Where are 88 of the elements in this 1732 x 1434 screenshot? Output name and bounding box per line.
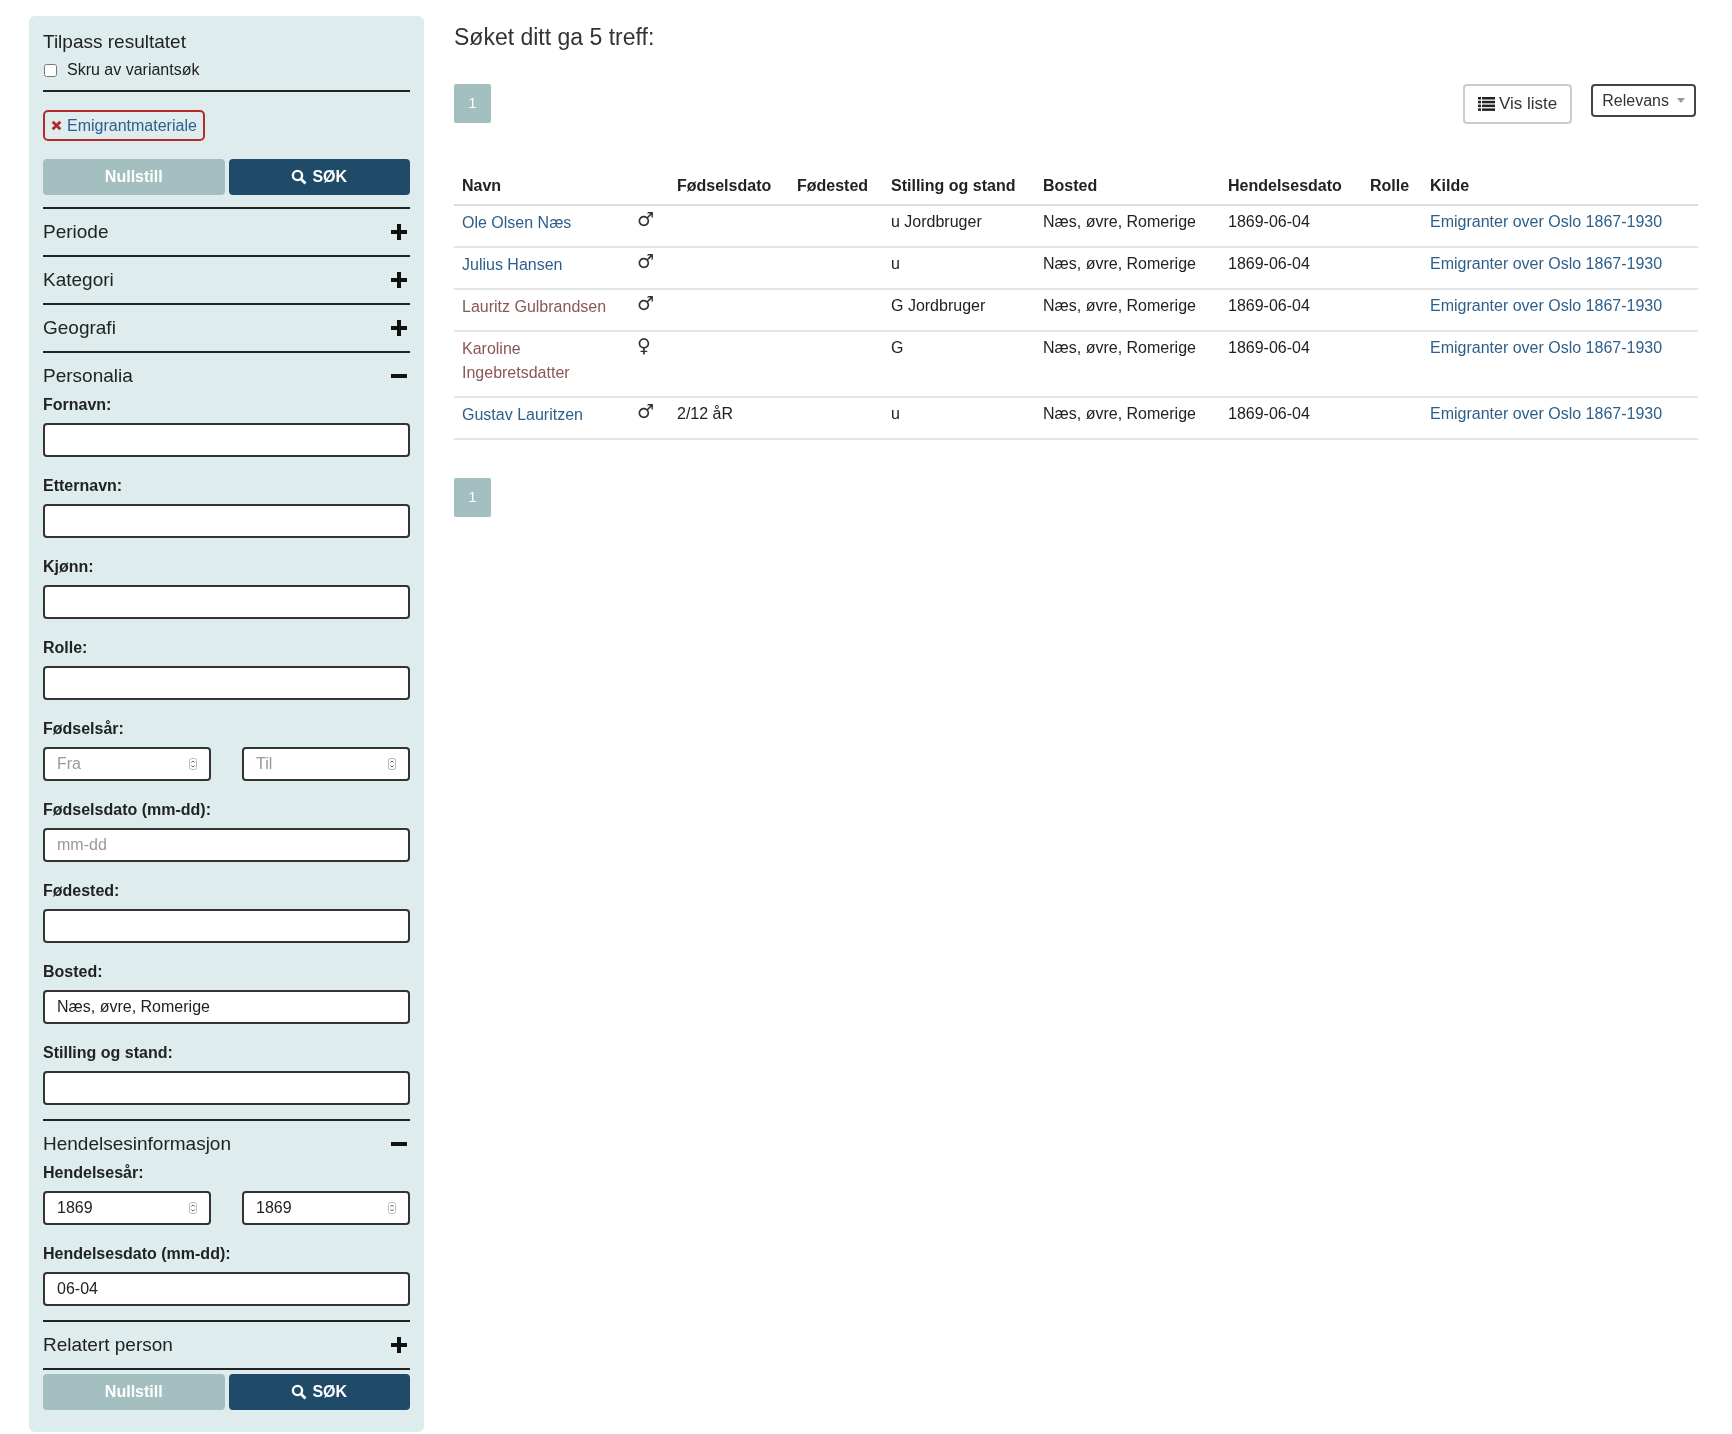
section-header[interactable]: Periode [43,209,410,255]
field-label: Fødselsdato (mm-dd): [43,800,212,820]
table-cell: 2/12 åR [677,405,734,422]
input-field[interactable]: Næs, øvre, Romerige [43,990,410,1024]
gender-symbol: ♂ [637,400,655,422]
field-label: Bosted: [43,962,104,982]
table-cell: Næs, øvre, Romerige [1043,297,1196,314]
input-field[interactable] [43,504,410,538]
table-cell: 1869-06-04 [1228,405,1310,422]
number-field[interactable]: 1869 [242,1191,410,1225]
view-list-button[interactable]: Vis liste [1463,84,1573,124]
field-label: Rolle: [43,638,89,658]
checkbox-label: Skru av variantsøk [67,60,200,80]
section-header[interactable]: Geografi [43,305,410,351]
spinner-icon[interactable] [189,1202,197,1214]
column-header: Fødested [789,174,883,205]
spinner-icon[interactable] [189,758,197,770]
person-link[interactable]: Ole Olsen Næs [462,211,572,235]
search-icon [291,1384,308,1400]
section-header[interactable]: Relatert person [43,1322,410,1368]
table-cell: Næs, øvre, Romerige [1043,405,1196,422]
table-cell: Næs, øvre, Romerige [1043,339,1196,356]
table-cell: G [891,339,904,356]
input-field[interactable]: mm-dd [43,828,410,862]
input-field[interactable] [43,909,410,943]
table-cell: 1869-06-04 [1228,213,1310,230]
spinner-icon[interactable] [388,758,396,770]
results-heading: Søket ditt ga 5 treff: [454,23,656,52]
source-link[interactable]: Emigranter over Oslo 1867-1930 [1430,297,1663,314]
plus-icon [391,272,407,288]
search-icon [291,169,308,185]
plus-icon [391,1337,407,1353]
column-header: Bosted [1035,174,1220,205]
table-cell: G Jordbruger [891,297,986,314]
column-header: Rolle [1362,174,1422,205]
table-cell: u Jordbruger [891,213,982,230]
source-link[interactable]: Emigranter over Oslo 1867-1930 [1430,213,1663,230]
column-header: Fødselsdato [669,174,789,205]
table-cell: 1869-06-04 [1228,339,1310,356]
column-header: Navn [454,174,637,205]
number-field[interactable]: Fra [43,747,211,781]
person-link[interactable]: Julius Hansen [462,253,563,277]
field-label: Fødested: [43,881,121,901]
list-icon [1478,97,1496,111]
number-field[interactable]: Til [242,747,410,781]
spinner-icon[interactable] [388,1202,396,1214]
variant-checkbox[interactable] [44,63,57,77]
column-header: Hendelsesdato [1220,174,1362,205]
search-button[interactable]: SØK [228,159,410,195]
caret-icon [1677,98,1685,103]
field-label: Hendelsesår: [43,1163,145,1183]
column-header: Kilde [1422,174,1698,205]
input-field[interactable] [43,666,410,700]
person-link[interactable]: Gustav Lauritzen [462,403,583,427]
number-field[interactable]: 1869 [43,1191,211,1225]
section-header[interactable]: Kategori [43,257,410,303]
source-link[interactable]: Emigranter over Oslo 1867-1930 [1430,255,1663,272]
person-link[interactable]: Karoline Ingebretsdatter [462,337,629,385]
table-cell: Næs, øvre, Romerige [1043,255,1196,272]
source-link[interactable]: Emigranter over Oslo 1867-1930 [1430,405,1663,422]
sort-dropdown[interactable]: Relevans [1591,84,1696,117]
gender-symbol: ♂ [637,208,655,230]
remove-icon[interactable] [51,120,62,131]
field-label: Hendelsesdato (mm-dd): [43,1244,232,1264]
field-label: Etternavn: [43,476,124,496]
gender-symbol: ♀ [637,334,651,356]
plus-icon [391,320,407,336]
column-header: Stilling og stand [883,174,1035,205]
table-cell: u [891,405,900,422]
field-label: Kjønn: [43,557,95,577]
input-field[interactable] [43,1071,410,1105]
table-cell: 1869-06-04 [1228,255,1310,272]
input-field[interactable] [43,423,410,457]
person-link[interactable]: Lauritz Gulbrandsen [462,295,607,319]
source-link[interactable]: Emigranter over Oslo 1867-1930 [1430,339,1663,356]
gender-symbol: ♂ [637,250,655,272]
filter-tag[interactable]: Emigrantmateriale [43,110,205,141]
input-field[interactable] [43,585,410,619]
panel-title: Tilpass resultatet [43,30,187,54]
table-cell: 1869-06-04 [1228,297,1310,314]
table-cell: u [891,255,900,272]
field-label: Stilling og stand: [43,1043,174,1063]
search-button[interactable]: SØK [228,1374,410,1410]
table-cell: Næs, øvre, Romerige [1043,213,1196,230]
input-field[interactable]: 06-04 [43,1272,410,1306]
field-label: Fødselsår: [43,719,125,739]
plus-icon [391,224,407,240]
gender-symbol: ♂ [637,292,655,314]
